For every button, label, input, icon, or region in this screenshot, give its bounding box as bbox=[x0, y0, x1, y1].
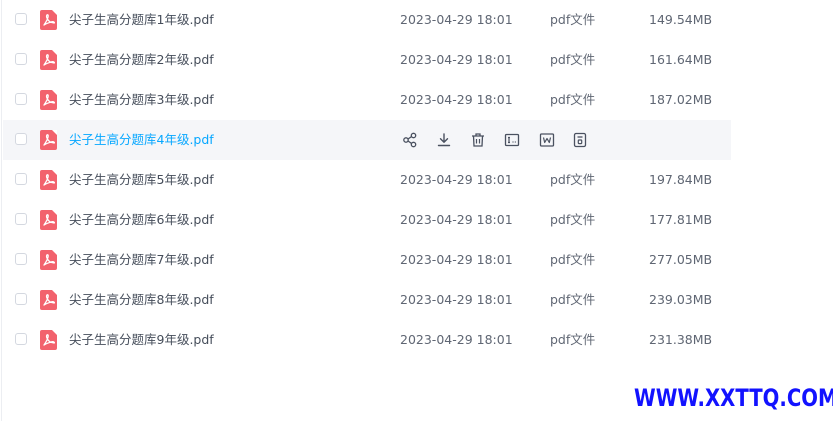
file-type: pdf文件 bbox=[550, 52, 596, 67]
rename-icon[interactable] bbox=[503, 131, 521, 149]
file-modified-date: 2023-04-29 18:01 bbox=[400, 12, 513, 27]
file-size: 149.54MB bbox=[649, 12, 713, 27]
file-name[interactable]: 尖子生高分题库7年级.pdf bbox=[69, 240, 214, 280]
file-row[interactable]: 尖子生高分题库9年级.pdf 2023-04-29 18:01 pdf文件 23… bbox=[3, 320, 731, 360]
pdf-file-icon bbox=[40, 250, 57, 270]
file-name[interactable]: 尖子生高分题库5年级.pdf bbox=[69, 160, 214, 200]
file-modified-date: 2023-04-29 18:01 bbox=[400, 212, 513, 227]
file-name[interactable]: 尖子生高分题库8年级.pdf bbox=[69, 280, 214, 320]
file-type: pdf文件 bbox=[550, 292, 596, 307]
file-name[interactable]: 尖子生高分题库6年级.pdf bbox=[69, 200, 214, 240]
file-row[interactable]: 尖子生高分题库5年级.pdf 2023-04-29 18:01 pdf文件 19… bbox=[3, 160, 731, 200]
file-name[interactable]: 尖子生高分题库4年级.pdf bbox=[69, 120, 214, 160]
file-row[interactable]: 尖子生高分题库2年级.pdf 2023-04-29 18:01 pdf文件 16… bbox=[3, 40, 731, 80]
file-modified-date: 2023-04-29 18:01 bbox=[400, 52, 513, 67]
row-checkbox[interactable] bbox=[15, 53, 27, 65]
file-size: 277.05MB bbox=[649, 252, 713, 267]
file-modified-date: 2023-04-29 18:01 bbox=[400, 332, 513, 347]
row-checkbox[interactable] bbox=[15, 93, 27, 105]
pdf-file-icon bbox=[40, 210, 57, 230]
file-row[interactable]: 尖子生高分题库1年级.pdf 2023-04-29 18:01 pdf文件 14… bbox=[3, 0, 731, 40]
row-checkbox[interactable] bbox=[15, 333, 27, 345]
file-modified-date: 2023-04-29 18:01 bbox=[400, 92, 513, 107]
share-icon[interactable] bbox=[401, 131, 419, 149]
file-size: 231.38MB bbox=[649, 332, 713, 347]
file-size: 177.81MB bbox=[649, 212, 713, 227]
file-type: pdf文件 bbox=[550, 252, 596, 267]
file-row[interactable]: 尖子生高分题库6年级.pdf 2023-04-29 18:01 pdf文件 17… bbox=[3, 200, 731, 240]
row-checkbox[interactable] bbox=[15, 173, 27, 185]
file-size: 239.03MB bbox=[649, 292, 713, 307]
pdf-file-icon bbox=[40, 330, 57, 350]
pdf-file-icon bbox=[40, 10, 57, 30]
pdf-file-icon bbox=[40, 50, 57, 70]
file-type: pdf文件 bbox=[550, 172, 596, 187]
more-icon[interactable] bbox=[571, 131, 589, 149]
file-modified-date: 2023-04-29 18:01 bbox=[400, 252, 513, 267]
file-modified-date: 2023-04-29 18:01 bbox=[400, 172, 513, 187]
file-name[interactable]: 尖子生高分题库1年级.pdf bbox=[69, 0, 214, 40]
file-row-hovered[interactable]: 尖子生高分题库4年级.pdf bbox=[3, 120, 731, 160]
row-checkbox[interactable] bbox=[15, 133, 27, 145]
row-actions bbox=[400, 131, 600, 149]
pdf-file-icon bbox=[40, 290, 57, 310]
file-size: 161.64MB bbox=[649, 52, 713, 67]
file-type: pdf文件 bbox=[550, 92, 596, 107]
row-checkbox[interactable] bbox=[15, 213, 27, 225]
panel-left-border bbox=[1, 0, 2, 421]
word-convert-icon[interactable] bbox=[538, 131, 556, 149]
file-type: pdf文件 bbox=[550, 212, 596, 227]
row-checkbox[interactable] bbox=[15, 253, 27, 265]
pdf-file-icon bbox=[40, 130, 57, 150]
file-row[interactable]: 尖子生高分题库3年级.pdf 2023-04-29 18:01 pdf文件 18… bbox=[3, 80, 731, 120]
file-type: pdf文件 bbox=[550, 332, 596, 347]
pdf-file-icon bbox=[40, 90, 57, 110]
delete-icon[interactable] bbox=[469, 131, 487, 149]
file-name[interactable]: 尖子生高分题库9年级.pdf bbox=[69, 320, 214, 360]
file-size: 187.02MB bbox=[649, 92, 713, 107]
file-row[interactable]: 尖子生高分题库7年级.pdf 2023-04-29 18:01 pdf文件 27… bbox=[3, 240, 731, 280]
file-name[interactable]: 尖子生高分题库2年级.pdf bbox=[69, 40, 214, 80]
pdf-file-icon bbox=[40, 170, 57, 190]
file-type: pdf文件 bbox=[550, 12, 596, 27]
file-size: 197.84MB bbox=[649, 172, 713, 187]
download-icon[interactable] bbox=[435, 131, 453, 149]
file-row[interactable]: 尖子生高分题库8年级.pdf 2023-04-29 18:01 pdf文件 23… bbox=[3, 280, 731, 320]
file-name[interactable]: 尖子生高分题库3年级.pdf bbox=[69, 80, 214, 120]
site-watermark: WWW.XXTTQ.COM bbox=[634, 384, 833, 412]
row-checkbox[interactable] bbox=[15, 13, 27, 25]
row-checkbox[interactable] bbox=[15, 293, 27, 305]
file-modified-date: 2023-04-29 18:01 bbox=[400, 292, 513, 307]
